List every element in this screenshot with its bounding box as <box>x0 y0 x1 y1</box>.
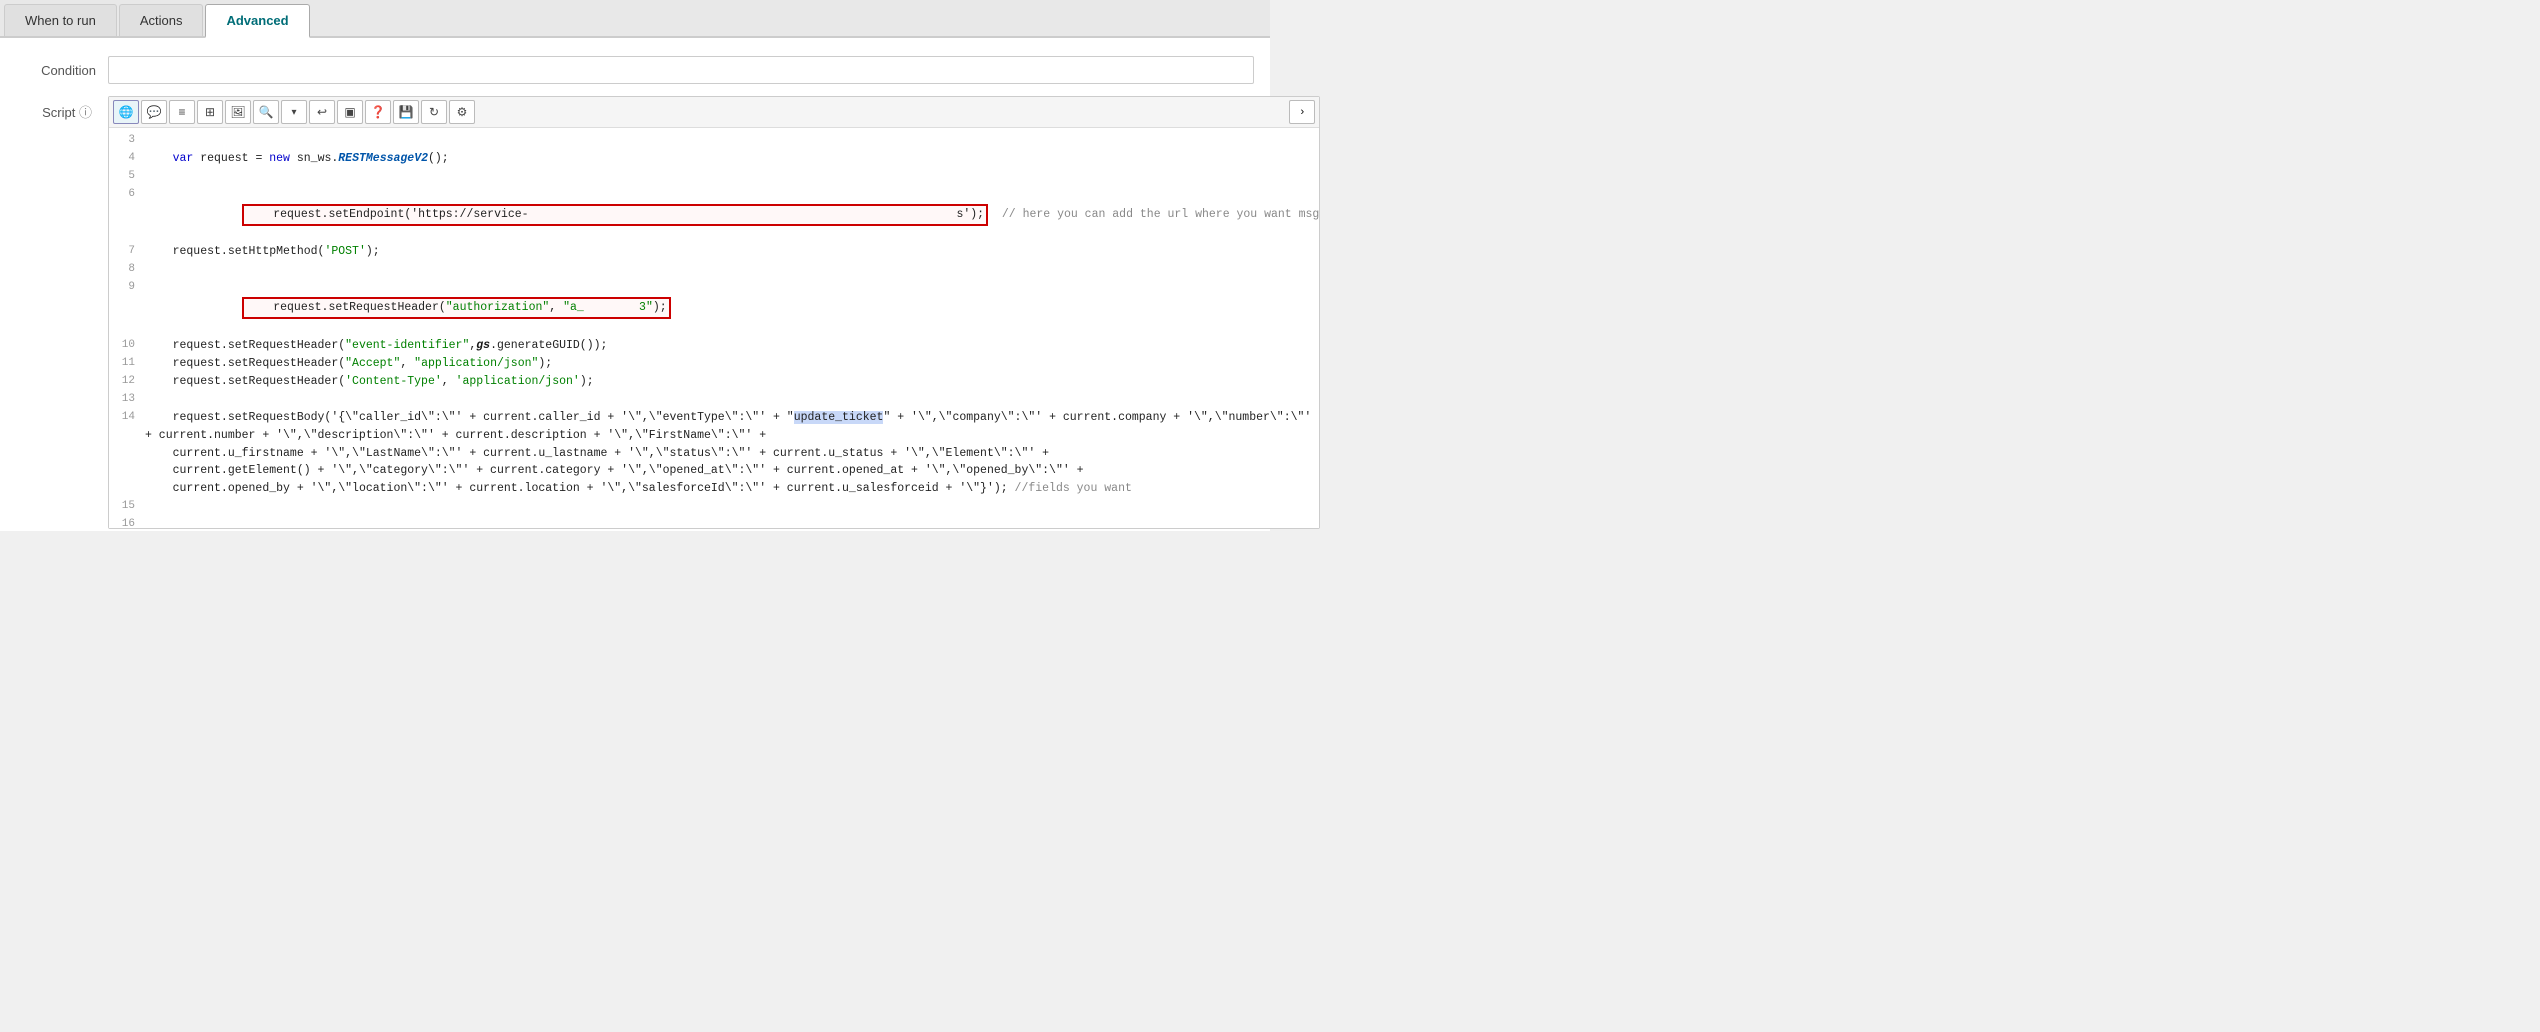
insert-btn[interactable]: ⊞ <box>197 100 223 124</box>
code-line-15: 15 <box>109 498 1319 516</box>
search-btn[interactable]: 🔍 <box>253 100 279 124</box>
code-line-16: 16 <box>109 516 1319 528</box>
dropdown-btn[interactable]: ▾ <box>281 100 307 124</box>
frame-btn[interactable]: ▣ <box>337 100 363 124</box>
code-editor[interactable]: 3 4 var request = new sn_ws.RESTMessageV… <box>109 128 1319 528</box>
comment-btn[interactable]: 💬 <box>141 100 167 124</box>
code-line-10: 10 request.setRequestHeader("event-ident… <box>109 337 1319 355</box>
script-label: Script ⓘ <box>16 96 96 121</box>
script-row: Script ⓘ 🌐 💬 ≡ ⊞ 🖼 🔍 ▾ ↩ ▣ ❓ 💾 ↻ <box>0 94 1270 531</box>
code-line-13: 13 <box>109 391 1319 409</box>
code-line-3: 3 <box>109 132 1319 150</box>
script-area: 🌐 💬 ≡ ⊞ 🖼 🔍 ▾ ↩ ▣ ❓ 💾 ↻ ⚙ › <box>108 96 1320 529</box>
main-content: Condition Script ⓘ 🌐 💬 ≡ ⊞ 🖼 🔍 ▾ ↩ <box>0 38 1270 531</box>
refresh-btn[interactable]: ↻ <box>421 100 447 124</box>
code-line-7: 7 request.setHttpMethod('POST'); <box>109 243 1319 261</box>
help-btn[interactable]: ❓ <box>365 100 391 124</box>
settings-btn[interactable]: ⚙ <box>449 100 475 124</box>
code-line-6: 6 request.setEndpoint('https://service- … <box>109 186 1319 243</box>
code-line-11: 11 request.setRequestHeader("Accept", "a… <box>109 355 1319 373</box>
condition-label: Condition <box>16 63 96 78</box>
app-container: When to run Actions Advanced Condition S… <box>0 0 1270 531</box>
undo-btn[interactable]: ↩ <box>309 100 335 124</box>
code-line-8: 8 <box>109 261 1319 279</box>
image-btn[interactable]: 🖼 <box>225 100 251 124</box>
condition-row: Condition <box>0 50 1270 90</box>
code-line-12: 12 request.setRequestHeader('Content-Typ… <box>109 373 1319 391</box>
code-line-5: 5 <box>109 168 1319 186</box>
code-line-4: 4 var request = new sn_ws.RESTMessageV2(… <box>109 150 1319 168</box>
tab-advanced[interactable]: Advanced <box>205 4 309 38</box>
code-line-9: 9 request.setRequestHeader("authorizatio… <box>109 279 1319 336</box>
tab-actions[interactable]: Actions <box>119 4 204 36</box>
save-btn[interactable]: 💾 <box>393 100 419 124</box>
info-icon[interactable]: ⓘ <box>79 105 92 120</box>
code-line-14: 14 request.setRequestBody('{\"caller_id\… <box>109 409 1319 498</box>
tab-when-to-run[interactable]: When to run <box>4 4 117 36</box>
align-btn[interactable]: ≡ <box>169 100 195 124</box>
tabs-bar: When to run Actions Advanced <box>0 0 1270 38</box>
editor-toolbar: 🌐 💬 ≡ ⊞ 🖼 🔍 ▾ ↩ ▣ ❓ 💾 ↻ ⚙ › <box>109 97 1319 128</box>
globe-btn[interactable]: 🌐 <box>113 100 139 124</box>
condition-input[interactable] <box>108 56 1254 84</box>
expand-btn[interactable]: › <box>1289 100 1315 124</box>
